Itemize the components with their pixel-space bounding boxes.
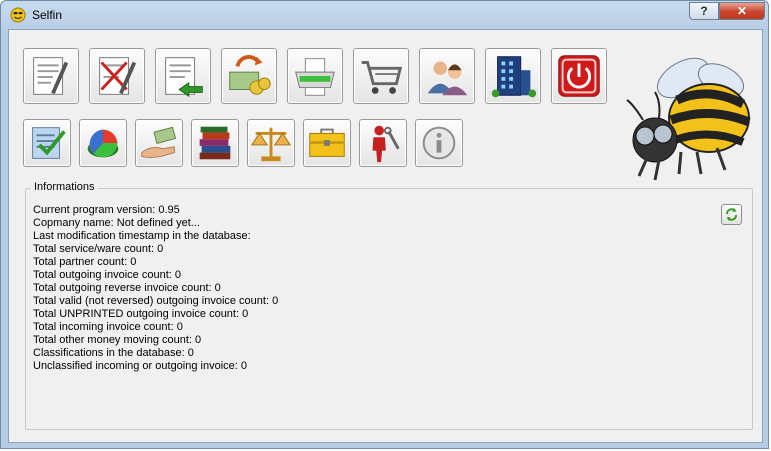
toolbox-icon: [309, 128, 345, 157]
checklist-icon: [32, 127, 66, 159]
maintenance-button[interactable]: [359, 119, 407, 167]
informations-legend: Informations: [31, 181, 98, 193]
info-line: Total partner count: 0: [33, 256, 137, 268]
company-building-icon: [491, 56, 537, 98]
info-line: Total outgoing invoice count: 0: [33, 269, 181, 281]
pie-chart-icon: [87, 129, 119, 158]
shopping-cart-button[interactable]: [353, 48, 409, 104]
money-moving-icon: [229, 55, 271, 95]
window-title: Selfin: [32, 8, 63, 22]
info-line: Last modification timestamp in the datab…: [33, 230, 251, 242]
books-button[interactable]: [191, 119, 239, 167]
shopping-cart-icon: [361, 61, 403, 94]
app-window: Selfin ? ✕ Informations Current program …: [0, 0, 769, 449]
main-panel: Informations Current program version: 0.…: [8, 29, 763, 443]
info-line: Total other money moving count: 0: [33, 334, 202, 346]
repair-man-icon: [372, 125, 400, 163]
incoming-invoice-button[interactable]: [155, 48, 211, 104]
info-line: Current program version: 0.95: [33, 204, 180, 216]
about-button[interactable]: [415, 119, 463, 167]
info-icon: [422, 126, 456, 160]
reverse-invoice-icon: [99, 57, 137, 95]
title-bar[interactable]: Selfin ? ✕: [1, 1, 768, 29]
informations-group: Informations Current program version: 0.…: [25, 181, 753, 430]
scales-icon: [250, 127, 292, 162]
tools-button[interactable]: [303, 119, 351, 167]
info-line: Copmany name: Not defined yet...: [33, 217, 200, 229]
info-line: Total valid (not reversed) outgoing invo…: [33, 295, 279, 307]
info-line: Total outgoing reverse invoice count: 0: [33, 282, 221, 294]
money-moving-button[interactable]: [221, 48, 277, 104]
reverse-invoice-button[interactable]: [89, 48, 145, 104]
info-line: Total service/ware count: 0: [33, 243, 164, 255]
info-text: Current program version: 0.95 Copmany na…: [33, 204, 278, 373]
money-hand-icon: [141, 126, 177, 158]
exit-button[interactable]: [551, 48, 607, 104]
statistics-button[interactable]: [79, 119, 127, 167]
help-button[interactable]: ?: [689, 2, 719, 20]
info-line: Total incoming invoice count: 0: [33, 321, 183, 333]
close-button[interactable]: ✕: [719, 2, 765, 20]
incoming-invoice-icon: [165, 57, 203, 98]
partners-button[interactable]: [419, 48, 475, 104]
checklist-button[interactable]: [23, 119, 71, 167]
power-exit-icon: [558, 55, 600, 97]
app-smiley-icon: [10, 7, 26, 23]
printer-button[interactable]: [287, 48, 343, 104]
info-line: Classifications in the database: 0: [33, 347, 194, 359]
bee-mascot-icon: [626, 57, 751, 181]
company-button[interactable]: [485, 48, 541, 104]
outgoing-invoice-icon: [33, 57, 69, 95]
partners-icon: [427, 61, 468, 96]
refresh-icon: [726, 208, 737, 221]
info-line: Total UNPRINTED outgoing invoice count: …: [33, 308, 249, 320]
printer-icon: [295, 58, 335, 96]
books-icon: [199, 126, 231, 160]
outgoing-invoice-button[interactable]: [23, 48, 79, 104]
refresh-button[interactable]: [721, 204, 742, 225]
balance-button[interactable]: [247, 119, 295, 167]
payment-button[interactable]: [135, 119, 183, 167]
info-line: Unclassified incoming or outgoing invoic…: [33, 360, 248, 372]
